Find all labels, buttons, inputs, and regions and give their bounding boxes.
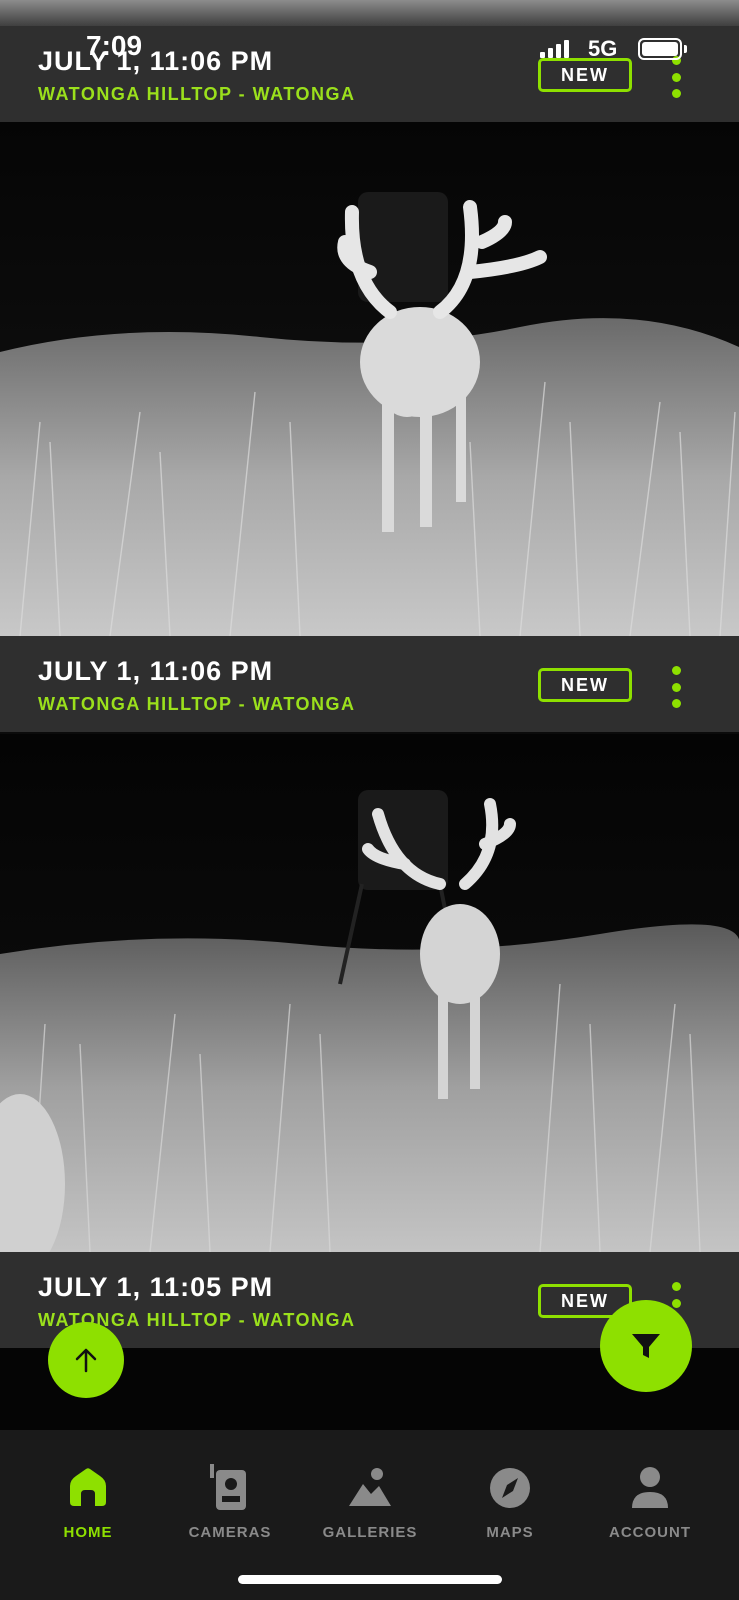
nav-label: MAPS [486,1524,534,1541]
photo-timestamp: JULY 1, 11:06 PM [38,656,274,686]
new-badge: NEW [538,58,632,92]
more-options-icon[interactable] [664,666,688,708]
photo-timestamp: JULY 1, 11:05 PM [38,1272,274,1302]
arrow-up-icon [75,1348,97,1373]
compass-icon [486,1464,534,1512]
more-options-icon[interactable] [664,56,688,98]
photo-location: WATONGA HILLTOP - WATONGA [38,84,356,104]
filter-button[interactable] [600,1300,692,1392]
photo-card-header[interactable]: JULY 1, 11:06 PM WATONGA HILLTOP - WATON… [0,636,739,732]
previous-photo-edge [0,0,739,26]
nav-label: CAMERAS [188,1524,272,1541]
home-indicator[interactable] [238,1575,502,1584]
camera-icon [206,1464,254,1512]
galleries-icon [346,1464,394,1512]
photo-timestamp: JULY 1, 11:06 PM [38,46,274,76]
scroll-to-top-button[interactable] [48,1322,124,1398]
nav-label: ACCOUNT [609,1524,691,1541]
filter-icon [632,1334,660,1358]
nav-label: HOME [63,1524,113,1541]
photo-location: WATONGA HILLTOP - WATONGA [38,694,356,714]
new-badge: NEW [538,668,632,702]
nav-account[interactable]: ACCOUNT [580,1464,720,1541]
trail-camera-photo[interactable] [0,122,739,636]
account-icon [626,1464,674,1512]
nav-maps[interactable]: MAPS [440,1464,580,1541]
home-icon [64,1464,112,1512]
trail-camera-photo[interactable] [0,734,739,1252]
status-time: 7:09 [86,30,143,61]
nav-cameras[interactable]: CAMERAS [160,1464,300,1541]
nav-galleries[interactable]: GALLERIES [300,1464,440,1541]
nav-home[interactable]: HOME [18,1464,158,1541]
nav-label: GALLERIES [322,1524,418,1541]
